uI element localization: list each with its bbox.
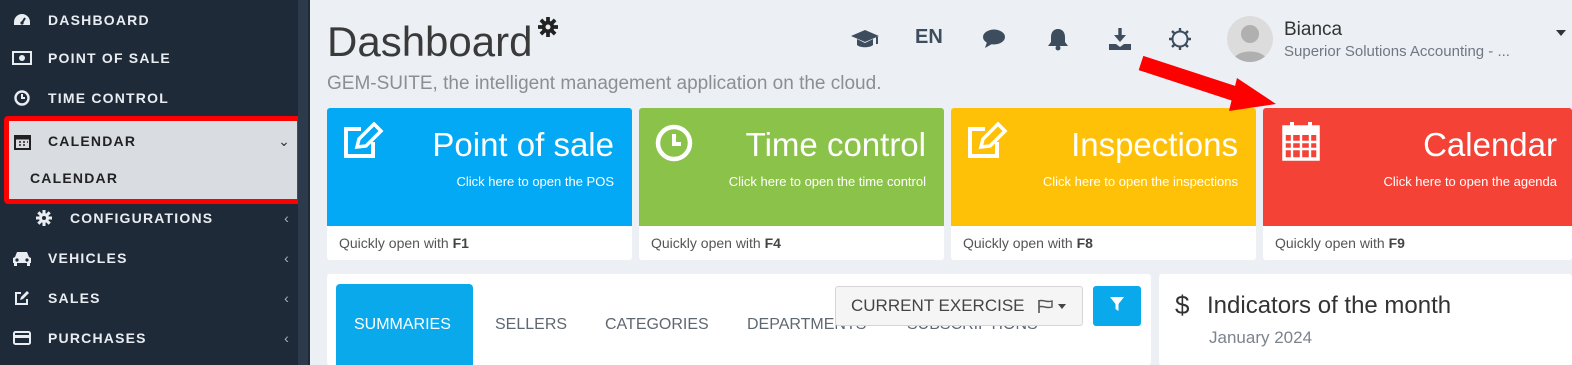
indicators-title: Indicators of the month bbox=[1207, 292, 1452, 319]
sidebar-item-label: POINT OF SALE bbox=[48, 50, 171, 66]
tile-title: Inspections bbox=[1071, 126, 1238, 163]
edit-icon bbox=[343, 121, 385, 165]
sidebar-item-label: VEHICLES bbox=[48, 250, 128, 266]
sidebar-subitem-calendar[interactable]: CALENDAR bbox=[30, 170, 118, 186]
sidebar-item-calendar[interactable]: CALENDAR ⌄ bbox=[9, 121, 297, 161]
tile-description: Click here to open the agenda bbox=[1383, 174, 1557, 189]
filter-icon bbox=[1109, 296, 1125, 317]
calendar-icon bbox=[12, 133, 32, 150]
sidebar-item-label: CALENDAR bbox=[48, 133, 137, 149]
sidebar-item-point-of-sale[interactable]: POINT OF SALE bbox=[0, 38, 296, 78]
chevron-left-icon: ‹ bbox=[284, 210, 290, 226]
sidebar-item-label: DASHBOARD bbox=[48, 12, 150, 28]
sidebar-item-dashboard[interactable]: DASHBOARD bbox=[0, 0, 296, 40]
filter-button[interactable] bbox=[1093, 286, 1141, 326]
sidebar: DASHBOARD POINT OF SALE TIME CONTROL CAL… bbox=[0, 0, 310, 365]
tile-description: Click here to open the inspections bbox=[1042, 174, 1238, 189]
sidebar-item-label: SALES bbox=[48, 290, 101, 306]
page-subtitle: GEM-SUITE, the intelligent management ap… bbox=[327, 73, 882, 94]
sidebar-scrollbar[interactable] bbox=[298, 0, 308, 365]
tile-band[interactable]: Inspections Click here to open the inspe… bbox=[951, 108, 1256, 226]
indicators-month: January 2024 bbox=[1209, 328, 1313, 347]
tile-band[interactable]: Time control Click here to open the time… bbox=[639, 108, 944, 226]
tile-title: Time control bbox=[745, 126, 926, 163]
shortcut-key: F4 bbox=[764, 235, 781, 251]
dollar-icon: $ bbox=[1175, 290, 1190, 320]
exercise-label: CURRENT EXERCISE bbox=[851, 296, 1025, 315]
edit-icon bbox=[12, 290, 32, 306]
indicators-panel: $ Indicators of the month January 2024 bbox=[1159, 274, 1572, 365]
tile-shortcut: Quickly open with F8 bbox=[963, 235, 1093, 251]
money-icon bbox=[12, 51, 32, 65]
sidebar-item-configurations[interactable]: CONFIGURATIONS ‹ bbox=[0, 198, 296, 238]
card-icon bbox=[12, 331, 32, 345]
chevron-left-icon: ‹ bbox=[284, 250, 290, 266]
tile-inspections[interactable]: Inspections Click here to open the inspe… bbox=[951, 108, 1256, 260]
sidebar-item-label: CONFIGURATIONS bbox=[70, 210, 214, 226]
tile-band[interactable]: Point of sale Click here to open the POS bbox=[327, 108, 632, 226]
calendar-menu-highlight: CALENDAR ⌄ bbox=[4, 116, 302, 204]
chevron-down-icon: ⌄ bbox=[278, 132, 291, 149]
gear-icon[interactable] bbox=[538, 17, 558, 42]
language-selector[interactable]: EN bbox=[915, 26, 943, 49]
calendar-icon bbox=[1281, 120, 1321, 167]
tile-description: Click here to open the POS bbox=[456, 174, 614, 189]
clock-icon bbox=[12, 90, 32, 106]
chevron-left-icon: ‹ bbox=[284, 290, 290, 306]
chevron-left-icon: ‹ bbox=[284, 330, 290, 346]
tab-summaries[interactable]: SUMMARIES bbox=[336, 284, 473, 365]
tile-title: Calendar bbox=[1423, 126, 1557, 163]
sidebar-item-vehicles[interactable]: VEHICLES ‹ bbox=[0, 238, 296, 278]
sidebar-item-time-control[interactable]: TIME CONTROL bbox=[0, 78, 296, 118]
caret-down-icon[interactable] bbox=[1556, 30, 1566, 36]
summary-panel: SUMMARIES SELLERS CATEGORIES DEPARTMENTS… bbox=[327, 274, 1151, 365]
tile-band[interactable]: Calendar Click here to open the agenda bbox=[1263, 108, 1572, 226]
user-company: Superior Solutions Accounting - ... bbox=[1284, 43, 1510, 60]
current-exercise-dropdown[interactable]: CURRENT EXERCISE bbox=[835, 286, 1083, 326]
bell-icon[interactable] bbox=[1043, 24, 1073, 54]
sidebar-item-purchases[interactable]: PURCHASES ‹ bbox=[0, 318, 296, 358]
gear-icon bbox=[34, 210, 54, 226]
caret-down-icon bbox=[1057, 303, 1066, 309]
download-icon[interactable] bbox=[1105, 24, 1135, 54]
tile-shortcut: Quickly open with F9 bbox=[1275, 235, 1405, 251]
avatar[interactable] bbox=[1227, 16, 1273, 62]
shortcut-key: F8 bbox=[1076, 235, 1093, 251]
sidebar-item-sales[interactable]: SALES ‹ bbox=[0, 278, 296, 318]
shortcut-key: F1 bbox=[452, 235, 469, 251]
dashboard-icon bbox=[12, 12, 32, 28]
settings-icon[interactable] bbox=[1165, 24, 1195, 54]
sidebar-item-label: PURCHASES bbox=[48, 330, 147, 346]
tab-categories[interactable]: CATEGORIES bbox=[605, 316, 709, 334]
graduation-cap-icon[interactable] bbox=[850, 24, 880, 54]
tile-point-of-sale[interactable]: Point of sale Click here to open the POS… bbox=[327, 108, 632, 260]
chat-icon[interactable] bbox=[980, 24, 1010, 54]
edit-icon bbox=[967, 121, 1009, 165]
user-name[interactable]: Bianca bbox=[1284, 19, 1342, 41]
tile-description: Click here to open the time control bbox=[728, 174, 926, 189]
tile-title: Point of sale bbox=[432, 126, 614, 163]
tab-sellers[interactable]: SELLERS bbox=[495, 316, 567, 334]
clock-icon bbox=[655, 124, 693, 167]
flag-icon bbox=[1037, 299, 1055, 313]
tile-shortcut: Quickly open with F4 bbox=[651, 235, 781, 251]
car-icon bbox=[12, 250, 32, 266]
shortcut-key: F9 bbox=[1388, 235, 1405, 251]
sidebar-item-label: TIME CONTROL bbox=[48, 90, 169, 106]
tile-calendar[interactable]: Calendar Click here to open the agenda Q… bbox=[1263, 108, 1572, 260]
tile-shortcut: Quickly open with F1 bbox=[339, 235, 469, 251]
page-title: Dashboard bbox=[327, 18, 533, 65]
tile-time-control[interactable]: Time control Click here to open the time… bbox=[639, 108, 944, 260]
